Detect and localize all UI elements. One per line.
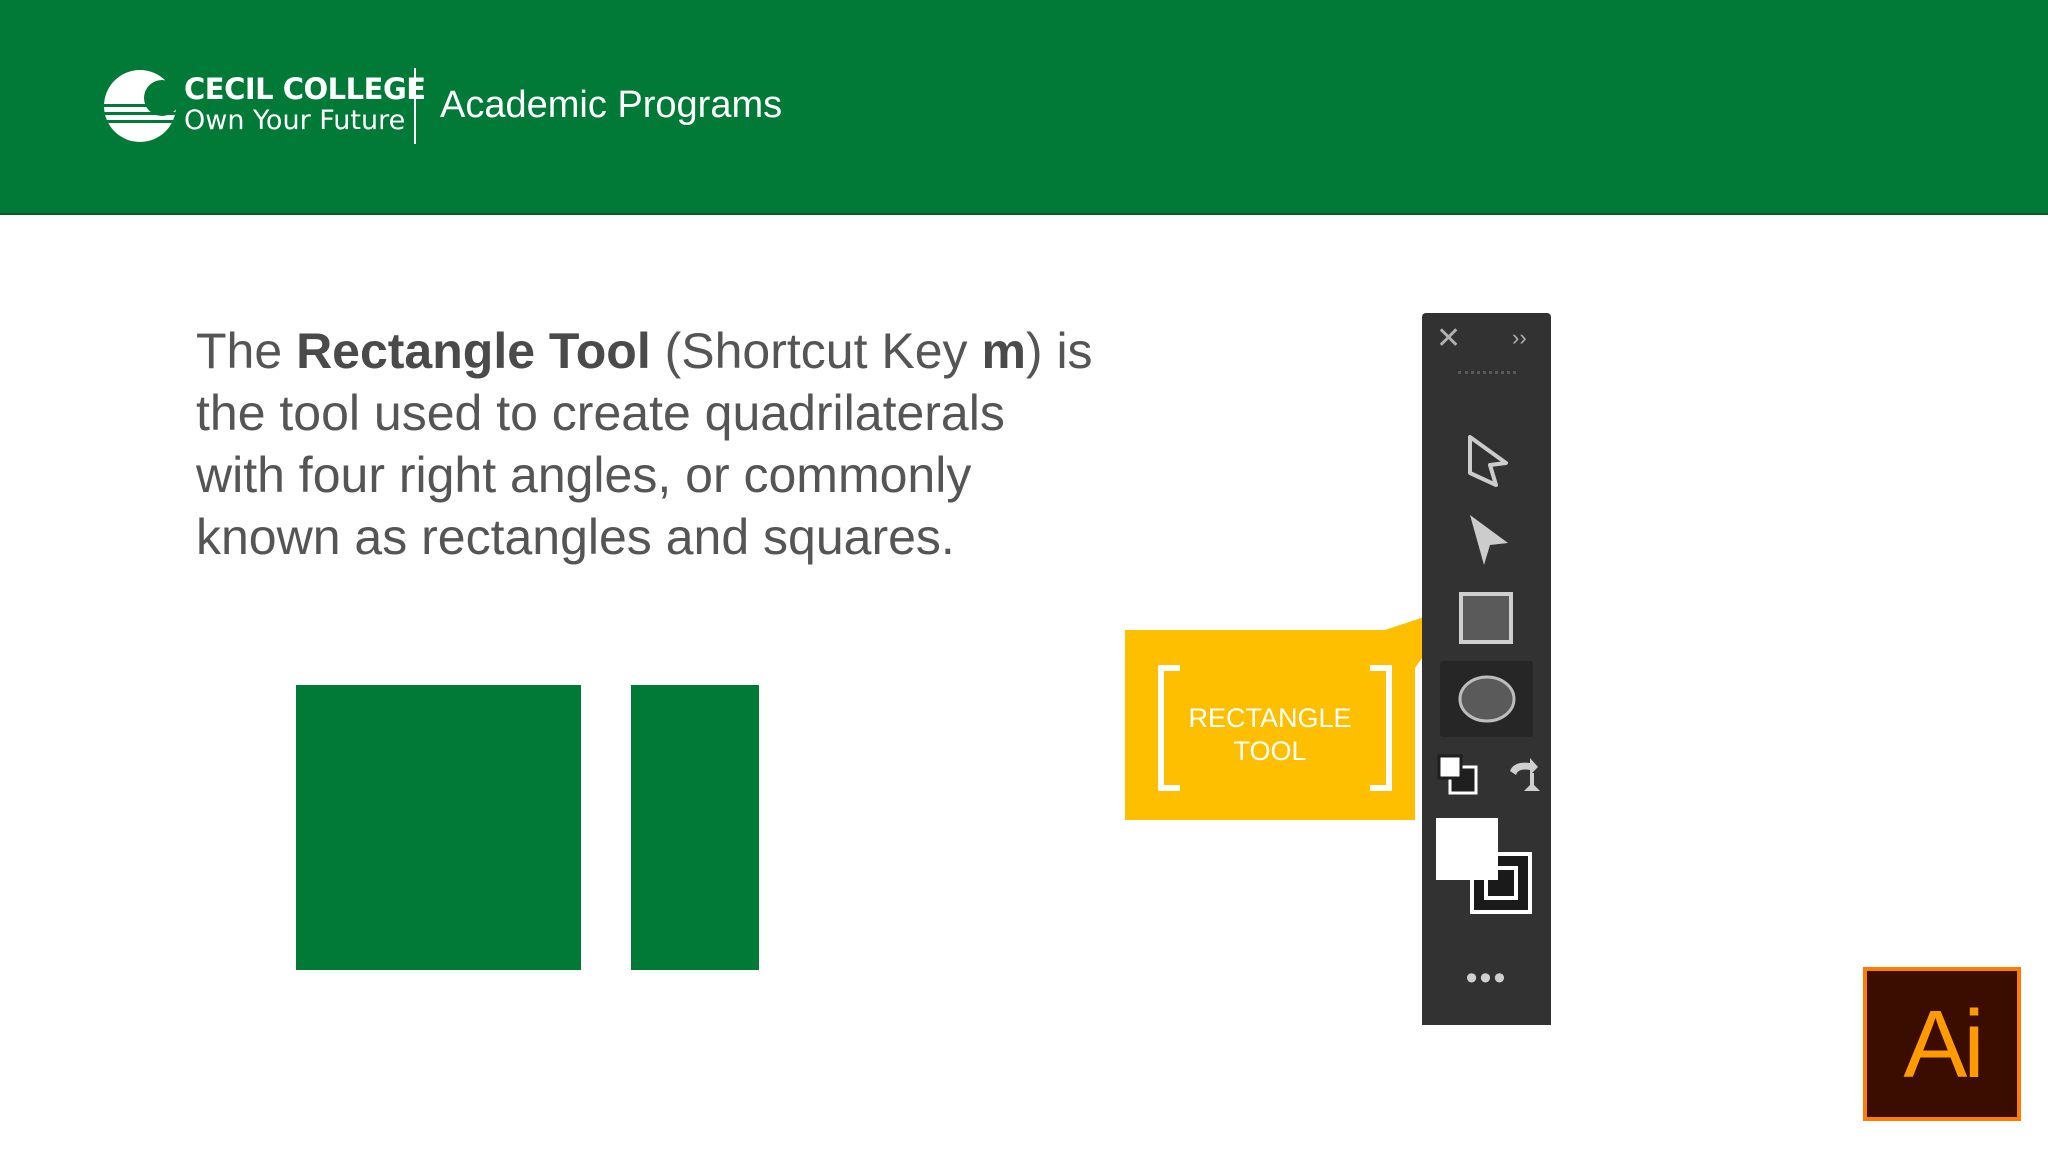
illustrator-app-logo: Ai [1863,967,2021,1121]
example-rectangle [631,685,759,970]
header-bar: CECIL COLLEGE Own Your Future Academic P… [0,0,2048,215]
swap-fill-stroke-icon[interactable] [1504,755,1544,795]
selection-tool-icon[interactable] [1466,433,1510,489]
example-square [296,685,581,970]
more-tools-icon[interactable]: ••• [1422,959,1551,998]
rectangle-tool-callout: RECTANGLE TOOL [1125,630,1415,820]
fill-stroke-swatch-icon[interactable] [1436,818,1536,918]
text-segment: (Shortcut Key [650,323,982,379]
callout-line1: RECTANGLE [1188,703,1352,733]
logo-college-name: CECIL COLLEGE [184,72,426,106]
logo-wordmark: CECIL COLLEGE Own Your Future [184,72,426,136]
direct-selection-tool-icon[interactable] [1466,511,1510,567]
callout-label: RECTANGLE TOOL [1125,702,1415,768]
text-bold-tool-name: Rectangle Tool [296,323,651,379]
ellipse-tool-icon[interactable] [1457,673,1517,725]
rectangle-tool-icon[interactable] [1458,591,1514,645]
text-segment: The [196,323,297,379]
panel-grip[interactable] [1458,371,1516,378]
slide-description: The Rectangle Tool (Shortcut Key m) is t… [196,320,1096,568]
double-chevron-icon[interactable]: ›› [1512,323,1527,353]
header-divider [414,68,416,144]
text-bold-shortcut: m [981,323,1026,379]
callout-line2: TOOL [1233,736,1307,766]
logo-tagline: Own Your Future [184,105,406,136]
default-fill-stroke-icon[interactable] [1436,753,1480,797]
close-icon[interactable]: ✕ [1436,321,1461,357]
tools-panel: ✕ ›› ••• [1422,313,1551,1025]
cecil-college-logo-icon [102,70,178,142]
header-title: Academic Programs [440,84,783,126]
